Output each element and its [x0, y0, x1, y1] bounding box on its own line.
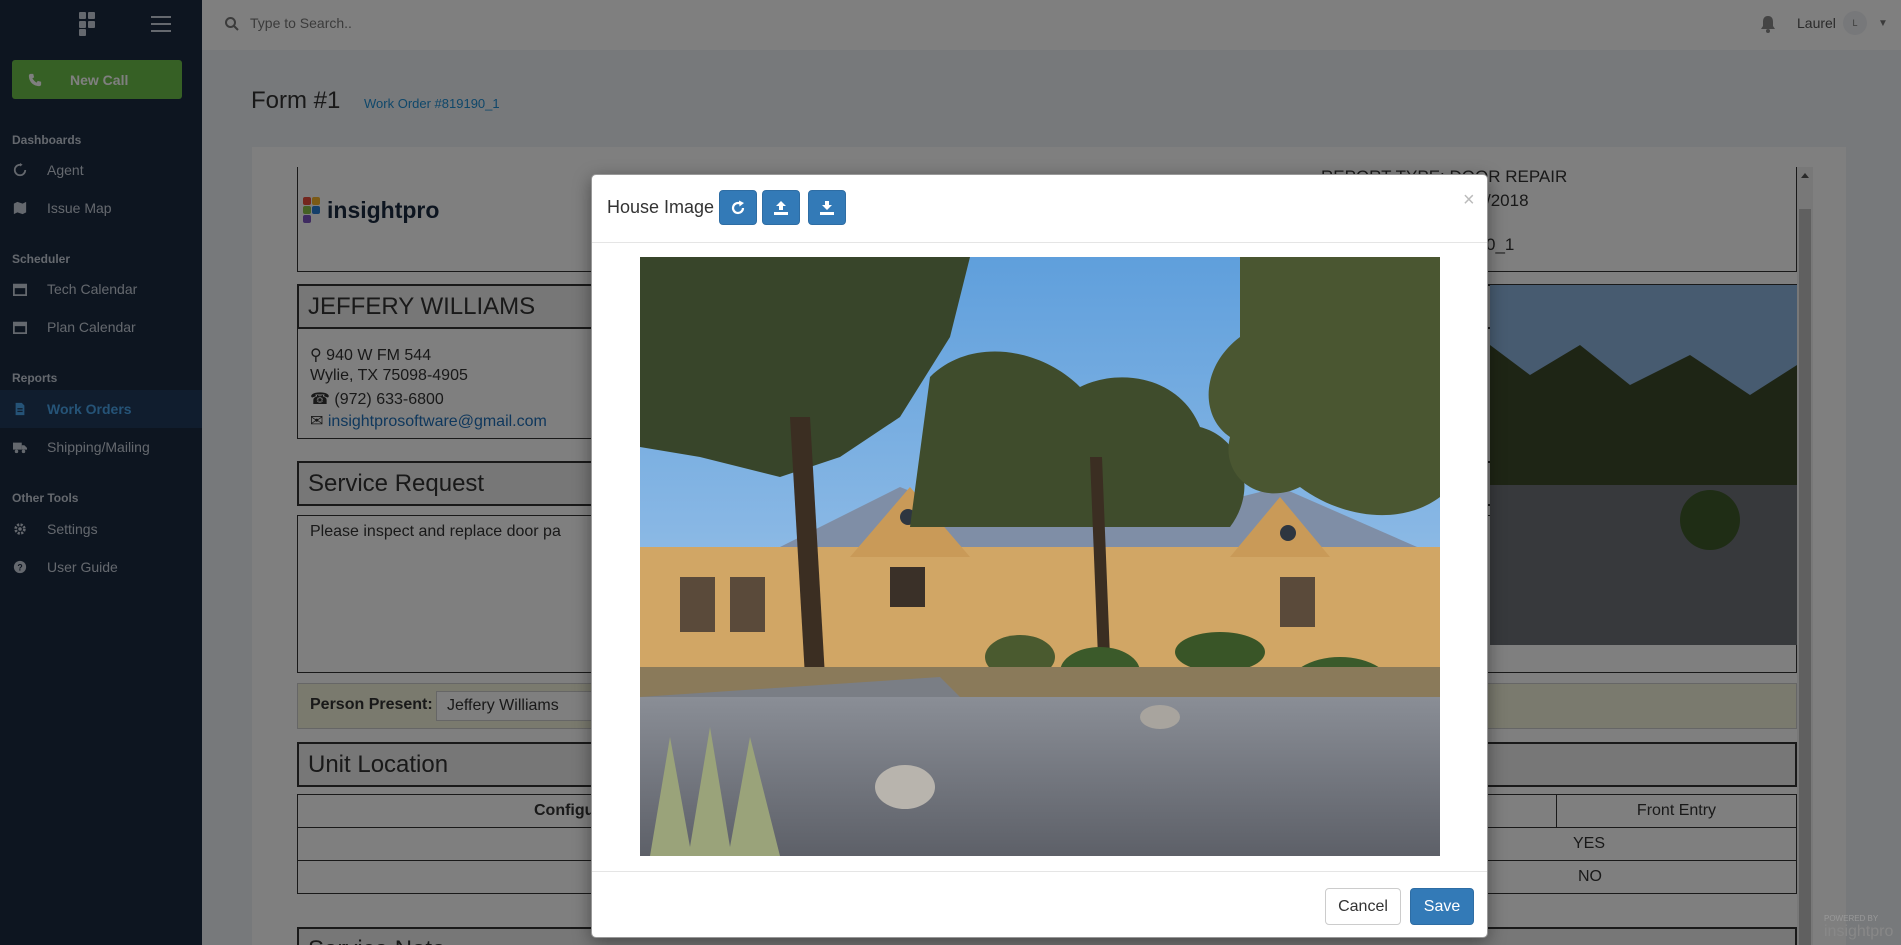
- cancel-button[interactable]: Cancel: [1325, 888, 1401, 925]
- modal-title: House Image: [607, 197, 715, 217]
- rotate-button[interactable]: [719, 190, 757, 225]
- download-icon: [820, 200, 834, 215]
- save-button[interactable]: Save: [1410, 888, 1474, 925]
- close-icon[interactable]: ×: [1463, 189, 1475, 212]
- upload-button[interactable]: [762, 190, 800, 225]
- divider: [592, 242, 1487, 243]
- rotate-icon: [731, 200, 745, 214]
- upload-icon: [774, 200, 788, 215]
- powered-by-brand: insightpro: [1824, 923, 1894, 940]
- powered-by-badge: POWERED BY insightpro: [1824, 914, 1893, 941]
- powered-by-label: POWERED BY: [1824, 914, 1879, 923]
- divider: [592, 871, 1487, 872]
- house-image-modal: House Image × Cancel Save: [591, 174, 1488, 938]
- house-image: [640, 257, 1440, 856]
- download-button[interactable]: [808, 190, 846, 225]
